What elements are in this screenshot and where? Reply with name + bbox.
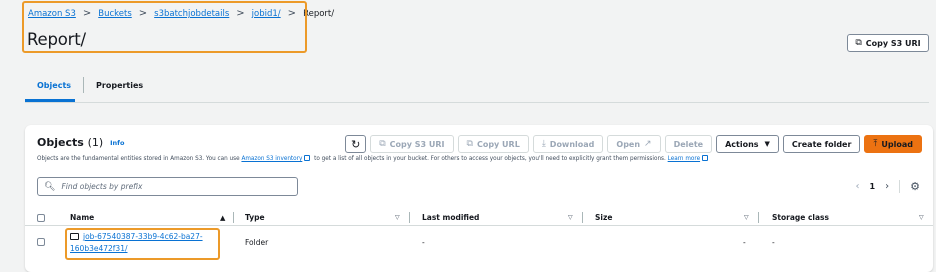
column-size[interactable]: Size	[595, 209, 612, 226]
sort-icon[interactable]: ▽	[744, 214, 749, 221]
delete-button[interactable]: Delete	[664, 135, 713, 153]
download-label: Download	[549, 139, 595, 149]
pagination-divider	[899, 180, 901, 193]
column-divider	[409, 212, 410, 223]
objects-toolbar: ↻ ⧉ Copy S3 URI ⧉ Copy URL ⤓ Download Open ↗…	[345, 135, 922, 153]
tab-properties[interactable]: Properties	[84, 76, 155, 94]
object-name-line1[interactable]: job-67540387-33b9-4c62-ba27-	[83, 232, 203, 241]
tab-objects[interactable]: Objects	[25, 76, 83, 102]
page-title: Report/	[27, 30, 86, 49]
chevron-right-icon: >	[287, 8, 297, 19]
column-name[interactable]: Name	[70, 209, 94, 226]
inventory-link[interactable]: Amazon S3 inventory	[241, 156, 302, 162]
checkbox[interactable]	[37, 213, 45, 222]
download-button[interactable]: ⤓ Download	[532, 135, 604, 153]
pagination: ‹ 1 › ⚙	[856, 180, 920, 193]
download-icon: ⤓	[541, 139, 546, 149]
column-last-modified[interactable]: Last modified	[422, 209, 479, 226]
upload-label: Upload	[881, 139, 913, 149]
checkbox[interactable]	[37, 238, 45, 246]
copy-s3-uri-disabled-button[interactable]: ⧉ Copy S3 URI	[370, 135, 454, 153]
breadcrumb-link-bucket[interactable]: s3batchjobdetails	[154, 9, 229, 19]
object-name-line2[interactable]: 160b3e472f31/	[70, 244, 128, 253]
upload-icon: ⤒	[873, 139, 878, 149]
external-link-icon	[304, 155, 311, 161]
breadcrumb-link-amazon-s3[interactable]: Amazon S3	[28, 9, 76, 19]
breadcrumb-current: Report/	[303, 9, 335, 19]
objects-panel: Objects (1) Info Objects are the fundame…	[25, 125, 933, 272]
sort-icon[interactable]: ▽	[919, 214, 924, 221]
tab-bar: Objects Properties	[25, 76, 155, 102]
caret-down-icon: ▼	[764, 140, 770, 148]
breadcrumb: Amazon S3 > Buckets > s3batchjobdetails …	[28, 6, 334, 22]
open-button[interactable]: Open ↗	[607, 135, 661, 153]
chevron-right-icon: >	[82, 8, 92, 19]
row-storage-class: -	[772, 237, 775, 247]
create-folder-button[interactable]: Create folder	[782, 135, 861, 153]
column-type[interactable]: Type	[245, 209, 265, 226]
copy-icon: ⧉	[379, 139, 386, 149]
copy-url-button[interactable]: ⧉ Copy URL	[457, 135, 529, 153]
copy-icon: ⧉	[855, 38, 862, 48]
table-header: Name ▲ Type ▽ Last modified ▽ Size ▽ Sto…	[25, 209, 933, 226]
chevron-right-icon: >	[138, 8, 148, 19]
actions-dropdown[interactable]: Actions ▼	[716, 135, 779, 153]
upload-button[interactable]: ⤒ Upload	[864, 135, 922, 153]
row-type: Folder	[245, 237, 269, 247]
copy-url-label: Copy URL	[476, 139, 520, 149]
sort-icon[interactable]: ▽	[395, 214, 400, 221]
search-icon: 🔍︎	[44, 181, 56, 192]
external-link-icon: ↗	[644, 139, 652, 149]
external-link-icon	[702, 155, 709, 161]
learn-more-link[interactable]: Learn more	[668, 156, 700, 162]
folder-icon	[70, 233, 79, 240]
actions-label: Actions	[725, 139, 759, 149]
open-label: Open	[616, 139, 641, 149]
objects-heading: Objects (1) Info	[37, 136, 124, 149]
copy-icon: ⧉	[466, 139, 473, 149]
description-text: Objects are the fundamental entities sto…	[37, 156, 242, 162]
sort-ascending-icon[interactable]: ▲	[220, 214, 225, 222]
chevron-left-icon[interactable]: ‹	[856, 181, 860, 192]
copy-s3-uri-label: Copy S3 URI	[389, 139, 445, 149]
search-field[interactable]: 🔍︎	[37, 177, 298, 196]
copy-s3-uri-button[interactable]: ⧉ Copy S3 URI	[847, 34, 929, 52]
refresh-button[interactable]: ↻	[345, 135, 367, 153]
sort-icon[interactable]: ▽	[568, 214, 573, 221]
objects-title: Objects	[37, 136, 84, 149]
column-divider	[758, 212, 759, 223]
tab-underline	[25, 102, 929, 103]
description-text-2: to get a list of all objects in your buc…	[312, 156, 668, 162]
column-storage-class[interactable]: Storage class	[772, 209, 829, 226]
gear-icon[interactable]: ⚙	[910, 180, 920, 193]
object-name-link[interactable]: job-67540387-33b9-4c62-ba27- 160b3e472f3…	[70, 231, 220, 255]
select-all-checkbox[interactable]	[37, 209, 45, 226]
breadcrumb-link-buckets[interactable]: Buckets	[98, 9, 132, 19]
breadcrumb-link-jobid[interactable]: jobid1/	[252, 9, 281, 19]
chevron-right-icon: >	[236, 8, 245, 19]
row-size: -	[743, 237, 746, 247]
row-checkbox[interactable]	[37, 227, 45, 257]
info-link[interactable]: Info	[110, 139, 124, 147]
column-divider	[582, 212, 583, 223]
copy-s3-uri-label: Copy S3 URI	[865, 38, 921, 48]
refresh-icon: ↻	[351, 137, 361, 151]
chevron-right-icon[interactable]: ›	[885, 181, 889, 192]
objects-description: Objects are the fundamental entities sto…	[37, 155, 710, 162]
row-last-modified: -	[422, 237, 425, 247]
page-number[interactable]: 1	[870, 182, 876, 191]
column-divider	[233, 212, 234, 223]
objects-count: (1)	[87, 136, 104, 149]
search-input[interactable]	[61, 182, 292, 191]
